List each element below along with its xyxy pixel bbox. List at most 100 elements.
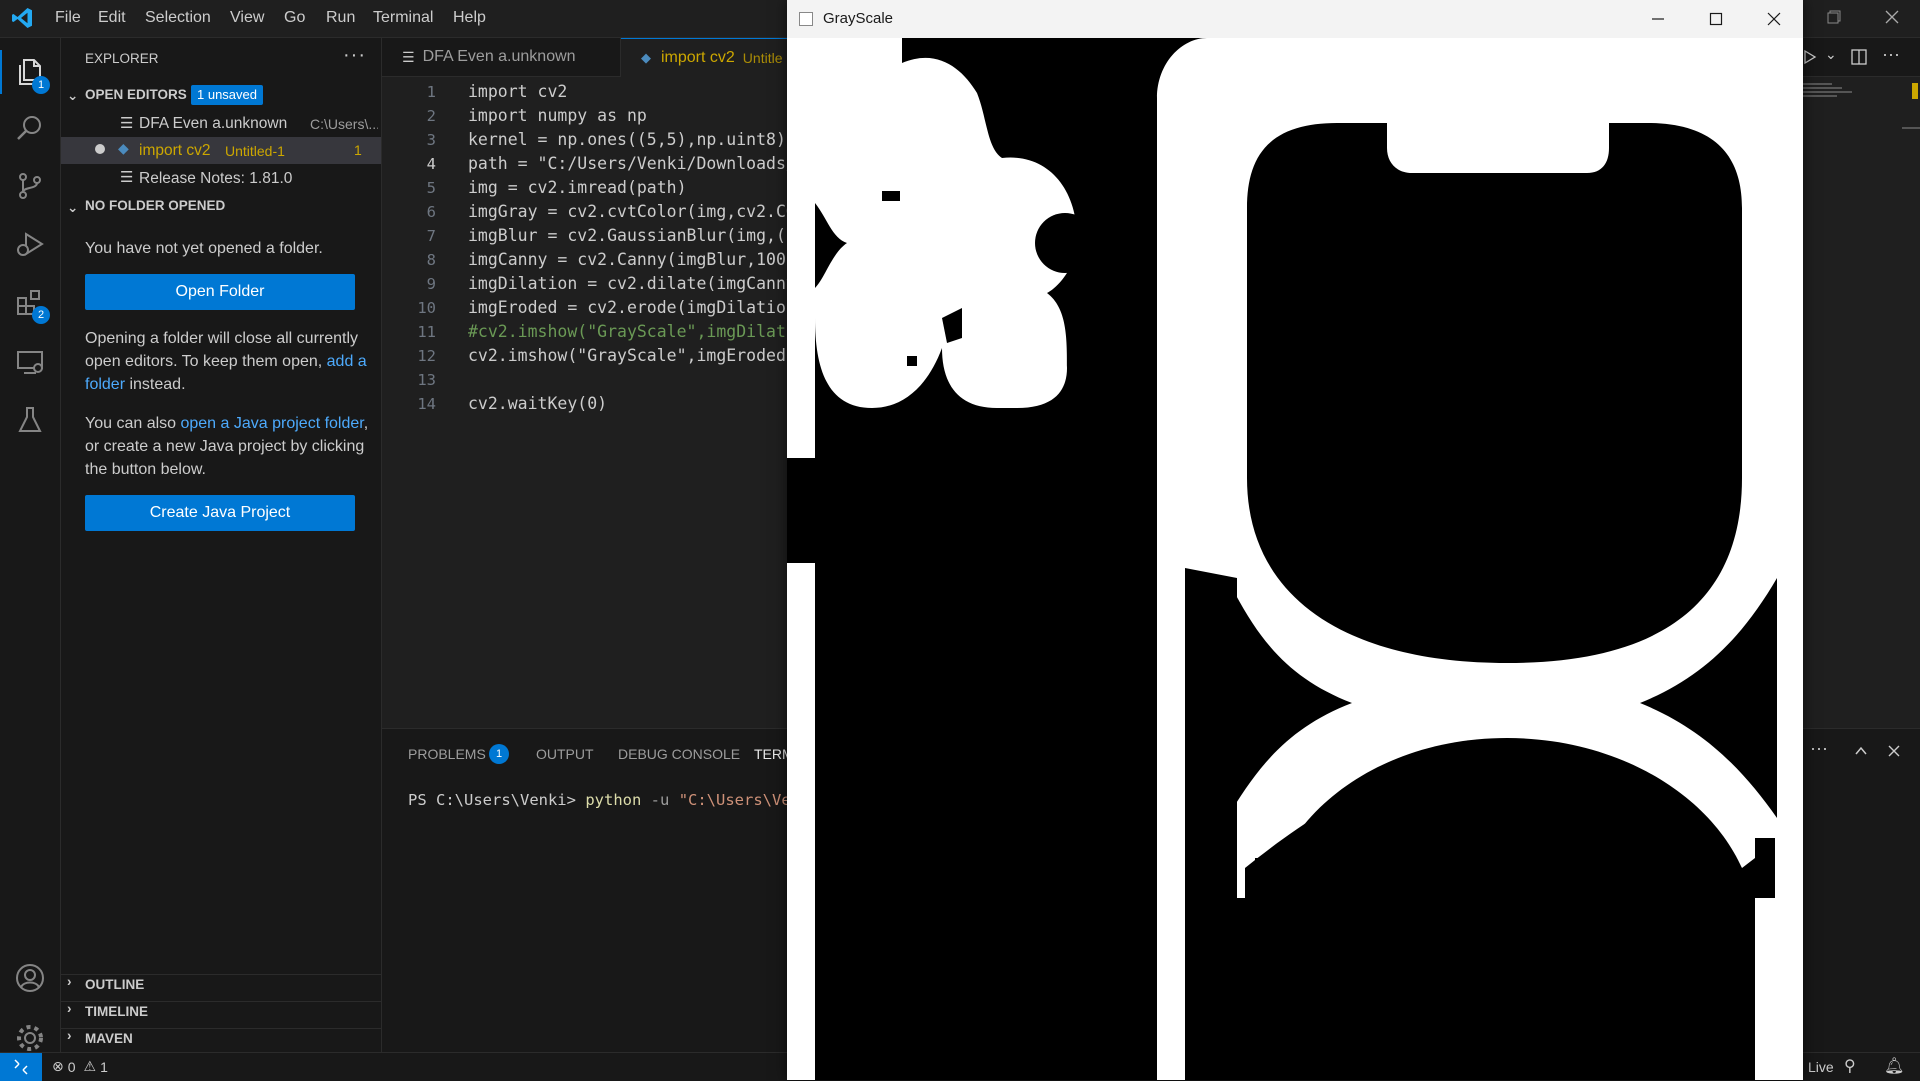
line-number: 7 xyxy=(426,227,436,245)
timeline-header[interactable]: TIMELINE xyxy=(85,1004,148,1019)
line-number: 8 xyxy=(426,251,436,269)
maven-header[interactable]: MAVEN xyxy=(85,1031,133,1046)
menu-view[interactable]: View xyxy=(230,9,264,27)
notifications-bell-icon[interactable]: 🔔︎ xyxy=(1884,1056,1904,1076)
open-editor-item-release-notes[interactable]: ☰ Release Notes: 1.81.0 xyxy=(61,165,381,191)
open-java-project-link[interactable]: open a Java project folder xyxy=(180,415,363,432)
grayscale-window[interactable]: GrayScale xyxy=(787,0,1803,1080)
create-java-project-button[interactable]: Create Java Project xyxy=(85,495,355,531)
testing-icon xyxy=(18,407,42,432)
terminal-line[interactable]: PS C:\Users\Venki> python -u "C:\Users\V… xyxy=(408,791,800,809)
line-number: 12 xyxy=(417,347,436,365)
maximize-panel-icon[interactable] xyxy=(1853,743,1869,759)
info-text: Opening a folder will close all currentl… xyxy=(85,330,359,370)
tab-problems[interactable]: PROBLEMS xyxy=(408,746,486,762)
open-editor-item-import-cv2[interactable]: ◆ import cv2 Untitled-1 1 xyxy=(61,137,381,164)
extensions-button[interactable]: 2 xyxy=(10,282,50,324)
tab-output[interactable]: OUTPUT xyxy=(536,746,594,762)
warning-count: 1 xyxy=(100,1058,108,1075)
more-actions-icon[interactable]: ··· xyxy=(1882,44,1900,65)
text-file-icon: ☰ xyxy=(120,115,134,132)
code-line: import cv2 xyxy=(468,82,568,101)
menu-edit[interactable]: Edit xyxy=(98,9,126,27)
feedback-icon[interactable]: ⚲ xyxy=(1844,1056,1856,1076)
split-editor-icon[interactable] xyxy=(1850,48,1868,66)
code-line: import numpy as np xyxy=(468,106,647,125)
code-line: cv2.imshow("GrayScale",imgEroded) xyxy=(468,346,796,365)
chevron-right-icon[interactable]: › xyxy=(67,1001,72,1016)
chevron-down-icon[interactable]: ⌄ xyxy=(67,88,78,104)
scrollbar-marker xyxy=(1902,127,1920,129)
unsaved-dot-icon[interactable] xyxy=(95,144,105,154)
minimap[interactable] xyxy=(1802,83,1862,113)
line-number: 5 xyxy=(426,179,436,197)
run-debug-button[interactable] xyxy=(10,224,50,264)
line-number: 11 xyxy=(417,323,436,341)
remote-explorer-button[interactable] xyxy=(10,342,50,382)
code-line: imgDilation = cv2.dilate(imgCanny xyxy=(468,274,796,293)
problems-status[interactable]: ⊗ 0 ⚠ 1 xyxy=(52,1058,108,1075)
line-number: 10 xyxy=(417,299,436,317)
java-project-info: You can also open a Java project folder,… xyxy=(85,412,370,481)
open-editor-name: DFA Even a.unknown xyxy=(139,115,288,132)
no-folder-header[interactable]: NO FOLDER OPENED xyxy=(85,198,225,213)
vscode-logo-icon[interactable] xyxy=(10,6,34,30)
outline-header[interactable]: OUTLINE xyxy=(85,977,144,992)
menu-go[interactable]: Go xyxy=(284,9,305,27)
close-panel-icon[interactable] xyxy=(1886,743,1902,759)
more-actions-icon[interactable]: ··· xyxy=(1810,738,1828,759)
accounts-button[interactable] xyxy=(10,958,50,998)
search-button[interactable] xyxy=(10,108,50,148)
menu-file[interactable]: File xyxy=(55,9,81,27)
run-file-icon[interactable] xyxy=(1802,49,1818,65)
menu-help[interactable]: Help xyxy=(453,9,486,27)
tab-debug-console[interactable]: DEBUG CONSOLE xyxy=(618,746,740,762)
open-editor-item-dfa[interactable]: ☰ DFA Even a.unknown C:\Users\... xyxy=(61,111,381,137)
explorer-button[interactable]: 1 xyxy=(10,52,50,94)
menu-selection[interactable]: Selection xyxy=(145,9,211,27)
eroded-edge-image xyxy=(787,38,1803,1080)
code-line: img = cv2.imread(path) xyxy=(468,178,687,197)
chevron-down-icon[interactable]: ⌄ xyxy=(1825,46,1837,63)
restore-icon[interactable] xyxy=(1826,9,1842,25)
source-control-button[interactable] xyxy=(10,166,50,206)
close-button[interactable] xyxy=(1745,0,1803,38)
search-icon xyxy=(17,116,41,140)
minimize-button[interactable] xyxy=(1629,0,1687,38)
eroded-image-canvas xyxy=(787,38,1803,1080)
remote-indicator[interactable] xyxy=(0,1053,42,1081)
chevron-right-icon[interactable]: › xyxy=(67,974,72,989)
line-number-current: 4 xyxy=(426,155,436,173)
remote-icon xyxy=(14,1059,28,1075)
grayscale-title-bar[interactable]: GrayScale xyxy=(787,0,1803,39)
more-actions-icon[interactable]: ··· xyxy=(343,44,366,67)
problems-badge: 1 xyxy=(489,744,509,764)
chevron-down-icon[interactable]: ⌄ xyxy=(67,200,78,216)
tab-dfa[interactable]: ☰ DFA Even a.unknown xyxy=(382,38,621,76)
line-number: 2 xyxy=(426,107,436,125)
text-file-icon: ☰ xyxy=(402,48,415,65)
code-line: #cv2.imshow("GrayScale",imgDilati xyxy=(468,322,796,341)
testing-button[interactable] xyxy=(10,400,50,440)
terminal-command: python xyxy=(585,791,642,809)
activity-bar: 1 2 xyxy=(0,38,61,1052)
maximize-button[interactable] xyxy=(1687,0,1745,38)
text-file-icon: ☰ xyxy=(120,169,134,186)
code-line: imgGray = cv2.cvtColor(img,cv2.CO xyxy=(468,202,796,221)
open-editor-name: import cv2 xyxy=(139,142,211,159)
tab-label: import cv2 xyxy=(661,49,735,66)
open-editors-header[interactable]: OPEN EDITORS xyxy=(85,87,187,102)
chevron-right-icon[interactable]: › xyxy=(67,1028,72,1043)
open-folder-info: Opening a folder will close all currentl… xyxy=(85,327,370,396)
open-folder-button[interactable]: Open Folder xyxy=(85,274,355,310)
line-number: 14 xyxy=(417,395,436,413)
info-text: instead. xyxy=(125,376,186,393)
menu-run[interactable]: Run xyxy=(326,9,355,27)
code-line: kernel = np.ones((5,5),np.uint8) xyxy=(468,130,786,149)
close-window-icon[interactable] xyxy=(1884,9,1900,25)
menu-terminal[interactable]: Terminal xyxy=(373,9,433,27)
code-line: path = "C:/Users/Venki/Downloads/ xyxy=(468,154,796,173)
live-share-status[interactable]: Live xyxy=(1808,1059,1834,1075)
code-line: imgEroded = cv2.erode(imgDilation xyxy=(468,298,796,317)
error-count: 0 xyxy=(67,1058,76,1075)
